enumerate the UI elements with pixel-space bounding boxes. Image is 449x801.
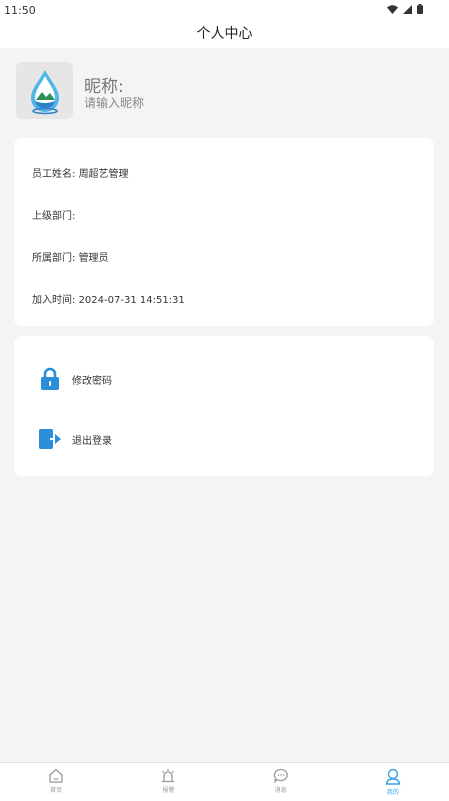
tab-message-label: 消息 xyxy=(274,787,287,794)
message-icon xyxy=(273,768,289,783)
avatar[interactable] xyxy=(16,62,73,119)
logout-icon xyxy=(36,425,64,453)
change-password-button[interactable]: 修改密码 xyxy=(36,362,416,396)
logout-button[interactable]: 退出登录 xyxy=(36,422,416,456)
join-time-value: 2024-07-31 14:51:31 xyxy=(78,295,185,306)
signal-icon xyxy=(403,4,412,14)
home-icon xyxy=(48,768,64,783)
join-time-label: 加入时间: xyxy=(32,295,76,306)
parent-dept-row: 上级部门: xyxy=(32,207,75,222)
employee-name-row: 员工姓名: 周超艺管理 xyxy=(32,165,129,180)
actions-card: 修改密码 退出登录 xyxy=(14,336,434,476)
dept-label: 所属部门: xyxy=(32,253,76,264)
page-header: 个人中心 xyxy=(0,22,449,48)
profile-section: 昵称: 请输入昵称 xyxy=(0,48,449,134)
tab-alarm[interactable]: 报警 xyxy=(112,763,224,801)
status-icons xyxy=(387,4,423,14)
profile-icon xyxy=(385,768,401,785)
nickname-input[interactable]: 请输入昵称 xyxy=(84,94,144,111)
dept-row: 所属部门: 管理员 xyxy=(32,249,109,264)
employee-name-value: 周超艺管理 xyxy=(78,169,129,180)
alarm-icon xyxy=(160,768,176,783)
employee-name-label: 员工姓名: xyxy=(32,169,76,180)
bottom-tab-bar: 首页 报警 消息 我的 xyxy=(0,762,449,801)
tab-profile-label: 我的 xyxy=(386,789,399,796)
parent-dept-label: 上级部门: xyxy=(32,211,76,222)
join-time-row: 加入时间: 2024-07-31 14:51:31 xyxy=(32,291,185,306)
logout-label: 退出登录 xyxy=(72,435,112,447)
water-drop-logo-icon xyxy=(30,69,59,114)
wifi-icon xyxy=(387,4,398,14)
lock-icon xyxy=(36,365,64,393)
tab-profile[interactable]: 我的 xyxy=(337,763,449,801)
tab-home-label: 首页 xyxy=(50,787,63,794)
tab-home[interactable]: 首页 xyxy=(0,763,112,801)
page-title: 个人中心 xyxy=(196,26,253,42)
status-bar: 11:50 xyxy=(0,0,449,22)
dept-value: 管理员 xyxy=(78,253,109,264)
battery-icon xyxy=(417,4,423,14)
tab-alarm-label: 报警 xyxy=(162,787,175,794)
tab-message[interactable]: 消息 xyxy=(225,763,337,801)
status-time: 11:50 xyxy=(4,4,36,17)
change-password-label: 修改密码 xyxy=(72,375,112,387)
employee-info-card: 员工姓名: 周超艺管理 上级部门: 所属部门: 管理员 加入时间: 2024-0… xyxy=(14,138,434,326)
